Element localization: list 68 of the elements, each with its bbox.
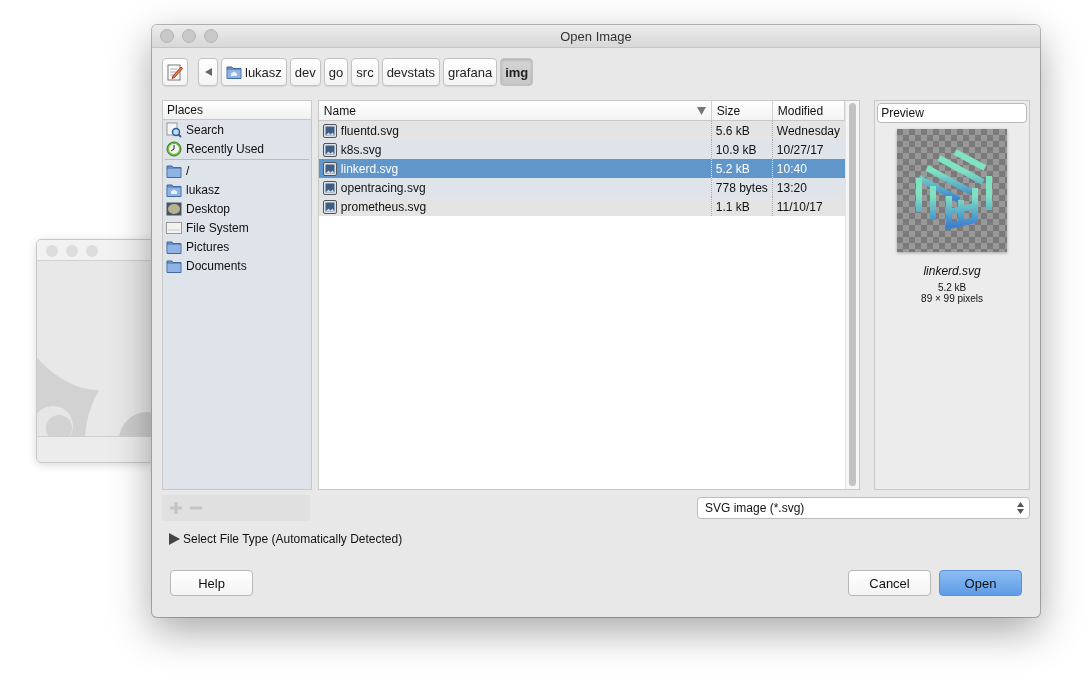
place-item[interactable]: / xyxy=(163,161,311,180)
column-header[interactable]: Name xyxy=(318,101,712,120)
image-file-icon xyxy=(322,199,337,214)
close-button[interactable] xyxy=(160,29,174,43)
place-item[interactable]: Search xyxy=(163,120,311,139)
place-item[interactable]: Recently Used xyxy=(163,139,311,158)
place-item[interactable]: Documents xyxy=(163,256,311,275)
image-file-icon xyxy=(322,161,337,176)
image-file-icon xyxy=(322,142,337,157)
preview-dimensions: 89 × 99 pixels xyxy=(921,293,984,304)
image-file-icon xyxy=(322,123,337,138)
folder-icon xyxy=(166,258,182,273)
clock-icon xyxy=(166,140,182,157)
column-header[interactable]: Size xyxy=(711,101,773,120)
new-folder-button[interactable] xyxy=(162,58,188,86)
file-name: linkerd.svg xyxy=(340,161,399,176)
place-item[interactable]: Desktop xyxy=(163,199,311,218)
file-name: prometheus.svg xyxy=(340,199,427,214)
stepper-arrows-icon xyxy=(1017,502,1024,514)
place-item[interactable]: lukasz xyxy=(163,180,311,199)
preview-filename: linkerd.svg xyxy=(923,264,981,278)
file-type-dropdown[interactable]: SVG image (*.svg) xyxy=(697,497,1030,519)
dialog-button[interactable]: Help xyxy=(170,570,253,596)
file-row[interactable]: prometheus.svg 1.1 kB 11/10/17 xyxy=(318,197,846,216)
file-name: k8s.svg xyxy=(340,142,382,157)
folder-icon xyxy=(166,239,182,254)
back-button[interactable] xyxy=(198,58,218,86)
drive-icon xyxy=(166,220,182,235)
path-button[interactable]: go xyxy=(323,58,349,86)
place-item[interactable]: File System xyxy=(163,218,311,237)
file-name: fluentd.svg xyxy=(340,123,399,138)
preview-size: 5.2 kB xyxy=(937,282,967,293)
search-icon xyxy=(166,121,182,138)
dialog-button[interactable]: Open xyxy=(939,570,1022,596)
zoom-button[interactable] xyxy=(204,29,218,43)
preview-header: Preview xyxy=(877,103,1027,123)
home-folder-icon xyxy=(166,182,182,197)
file-name: opentracing.svg xyxy=(340,180,426,195)
file-modified: 13:20 xyxy=(775,179,808,197)
path-button[interactable]: lukasz xyxy=(221,58,287,86)
file-row[interactable]: opentracing.svg 778 bytes 13:20 xyxy=(318,178,846,197)
file-size: 1.1 kB xyxy=(711,197,773,216)
file-row[interactable]: k8s.svg 10.9 kB 10/27/17 xyxy=(318,140,846,159)
file-modified: 11/10/17 xyxy=(775,198,824,216)
scrollbar[interactable] xyxy=(845,101,860,489)
places-header: Places xyxy=(163,101,311,120)
path-button[interactable]: dev xyxy=(289,58,321,86)
window-title: Open Image xyxy=(560,28,632,44)
path-button[interactable]: devstats xyxy=(381,58,441,86)
desktop-icon xyxy=(166,201,182,216)
path-button[interactable]: img xyxy=(500,58,534,86)
file-modified: 10:40 xyxy=(775,160,808,178)
file-modified: Wednesday xyxy=(775,122,841,140)
dialog-button[interactable]: Cancel xyxy=(848,570,931,596)
place-item[interactable]: Pictures xyxy=(163,237,311,256)
file-modified: 10/27/17 xyxy=(775,141,825,159)
plus-icon[interactable] xyxy=(170,502,182,514)
file-type-expander[interactable]: Select File Type (Automatically Detected) xyxy=(152,520,1040,546)
notepad-pencil-icon xyxy=(167,63,183,81)
path-button[interactable]: src xyxy=(351,58,379,86)
path-button[interactable]: grafana xyxy=(443,58,498,86)
left-arrow-icon xyxy=(204,68,212,76)
file-row[interactable]: fluentd.svg 5.6 kB Wednesday xyxy=(318,121,846,140)
home-folder-icon xyxy=(226,65,242,79)
image-file-icon xyxy=(322,180,337,195)
sort-arrow-icon xyxy=(696,106,706,115)
minimize-button[interactable] xyxy=(182,29,196,43)
folder-icon xyxy=(166,163,182,178)
